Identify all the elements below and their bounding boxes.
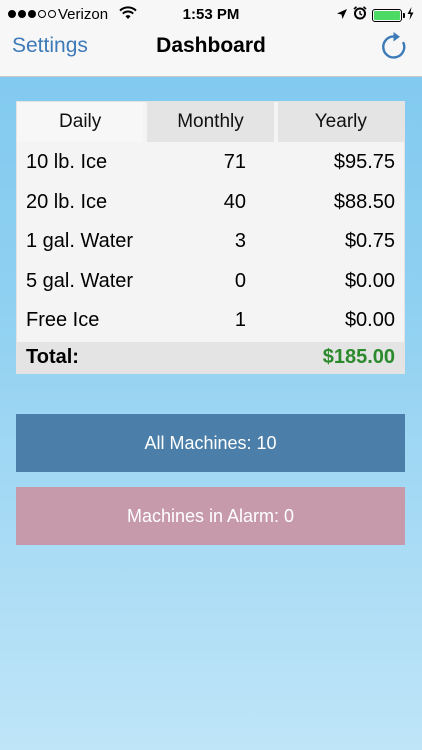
product-name: 10 lb. Ice (26, 151, 108, 173)
table-row: 20 lb. Ice 40 $88.50 (17, 182, 404, 222)
sales-summary-card: Daily Monthly Yearly 10 lb. Ice 71 $95.7… (16, 101, 405, 374)
all-machines-button[interactable]: All Machines: 10 (16, 414, 405, 472)
total-value: $185.00 (322, 346, 395, 368)
period-tabs: Daily Monthly Yearly (17, 102, 404, 142)
product-name: Free Ice (26, 309, 100, 331)
machines-in-alarm-button[interactable]: Machines in Alarm: 0 (16, 487, 405, 545)
page-title: Dashboard (156, 34, 266, 57)
alarm-clock-icon (353, 6, 367, 24)
product-name: 20 lb. Ice (26, 190, 108, 213)
product-quantity: 0 (234, 269, 246, 292)
refresh-icon[interactable] (378, 30, 412, 64)
charging-bolt-icon (407, 6, 414, 24)
tab-yearly[interactable]: Yearly (277, 102, 404, 142)
total-label: Total: (26, 346, 79, 368)
location-arrow-icon (336, 7, 348, 24)
product-quantity: 71 (223, 151, 246, 173)
product-quantity: 40 (223, 190, 246, 213)
product-amount: $0.75 (344, 230, 395, 252)
product-name: 5 gal. Water (26, 269, 134, 292)
status-right-group (336, 6, 414, 24)
tab-monthly[interactable]: Monthly (147, 102, 274, 142)
product-amount: $0.00 (344, 309, 395, 331)
table-row: 1 gal. Water 3 $0.75 (17, 221, 404, 261)
table-row: 10 lb. Ice 71 $95.75 (17, 142, 404, 182)
product-amount: $0.00 (344, 269, 395, 292)
product-amount: $95.75 (333, 151, 395, 173)
total-row: Total: $185.00 (17, 342, 404, 373)
product-quantity: 3 (234, 230, 246, 252)
sales-table: 10 lb. Ice 71 $95.75 20 lb. Ice 40 $88.5… (17, 142, 404, 340)
table-row: 5 gal. Water 0 $0.00 (17, 261, 404, 301)
product-amount: $88.50 (333, 190, 395, 213)
table-row: Free Ice 1 $0.00 (17, 300, 404, 340)
navigation-bar: Settings Dashboard (0, 30, 422, 76)
tab-daily[interactable]: Daily (17, 102, 144, 142)
product-quantity: 1 (234, 309, 246, 331)
status-bar: Verizon 1:53 PM (0, 0, 422, 30)
product-name: 1 gal. Water (26, 230, 134, 252)
top-bar-area: Verizon 1:53 PM Settings Dashboard (0, 0, 422, 77)
battery-icon (372, 8, 405, 22)
battery-level-fill (374, 10, 400, 20)
